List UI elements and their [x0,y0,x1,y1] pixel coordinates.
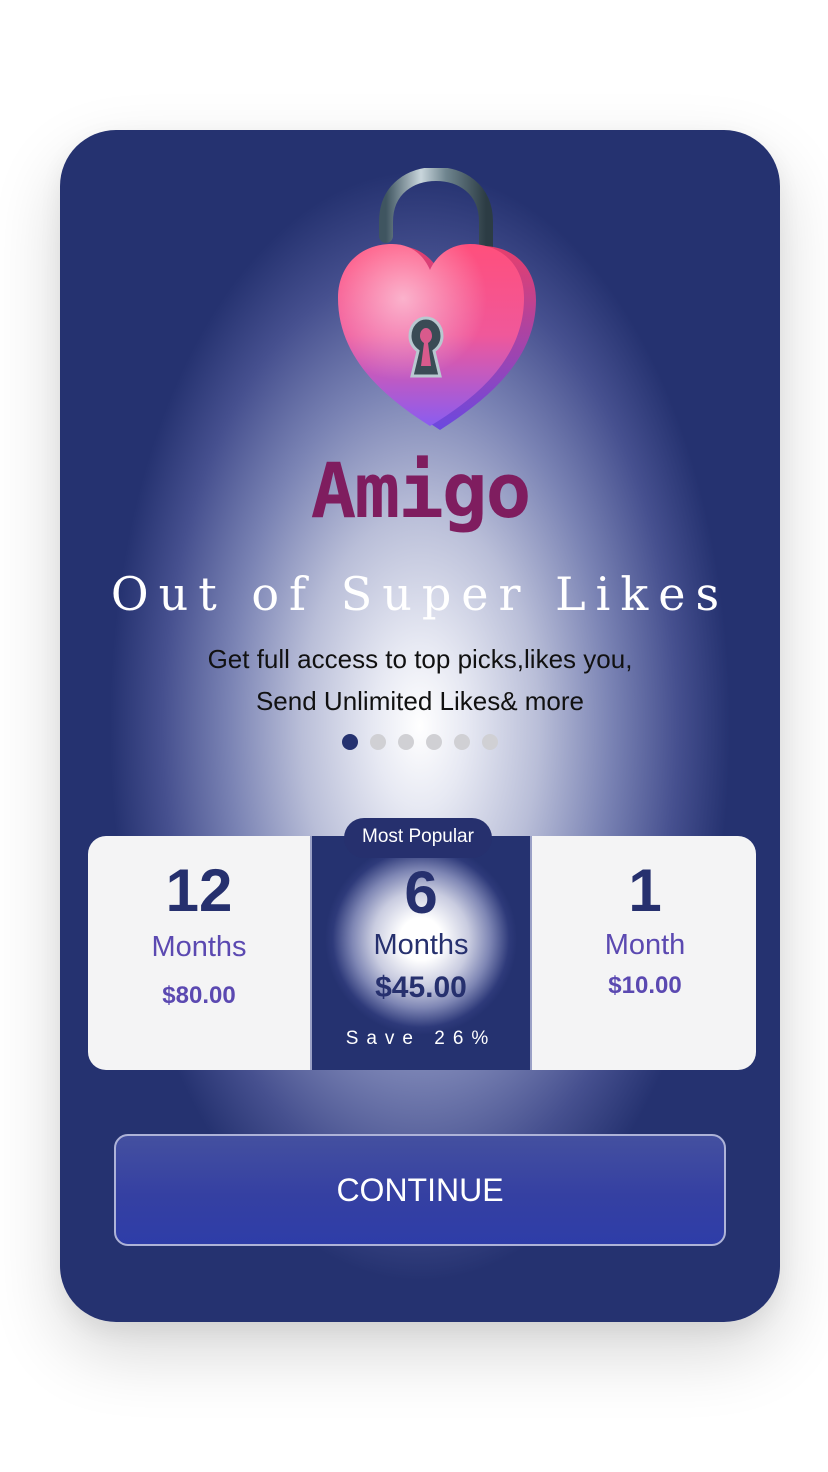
carousel-pagination [60,734,780,750]
page-title: Out of Super Likes [110,567,730,621]
plan-unit: Months [373,929,469,961]
plan-option-6-months[interactable]: 6 Months $45.00 Save 26% [310,836,532,1070]
plan-duration: 6 [404,859,438,926]
carousel-dot-4[interactable] [426,734,442,750]
subtitle-line-1: Get full access to top picks,likes you, [207,644,633,674]
carousel-dot-6[interactable] [482,734,498,750]
most-popular-badge: Most Popular [344,818,492,858]
carousel-dot-2[interactable] [370,734,386,750]
brand-logo-text: Amigo [310,446,532,535]
plan-price: $10.00 [608,972,682,999]
plan-option-1-month[interactable]: 1 Month $10.00 [534,836,756,1070]
carousel-dot-3[interactable] [398,734,414,750]
plan-price: $80.00 [162,982,236,1009]
plan-unit: Months [151,931,247,963]
subtitle: Get full access to top picks,likes you, … [60,638,780,722]
plan-duration: 12 [165,857,233,924]
plan-price: $45.00 [375,971,467,1004]
plan-savings-note: Save 26% [345,1028,497,1049]
carousel-dot-5[interactable] [454,734,470,750]
plan-selector: 12 Months $80.00 6 Months $45.00 Save 26… [88,836,756,1070]
carousel-dot-1[interactable] [342,734,358,750]
plan-unit: Month [604,929,686,961]
screen: Amigo Out of Super Likes Get full access… [0,0,828,1472]
subtitle-line-2: Send Unlimited Likes& more [255,686,585,716]
paywall-card: Amigo Out of Super Likes Get full access… [60,130,780,1322]
plan-duration: 1 [628,857,662,924]
continue-button[interactable]: CONTINUE [114,1134,726,1246]
plan-option-12-months[interactable]: 12 Months $80.00 [88,836,310,1070]
heart-padlock-icon [338,168,536,430]
